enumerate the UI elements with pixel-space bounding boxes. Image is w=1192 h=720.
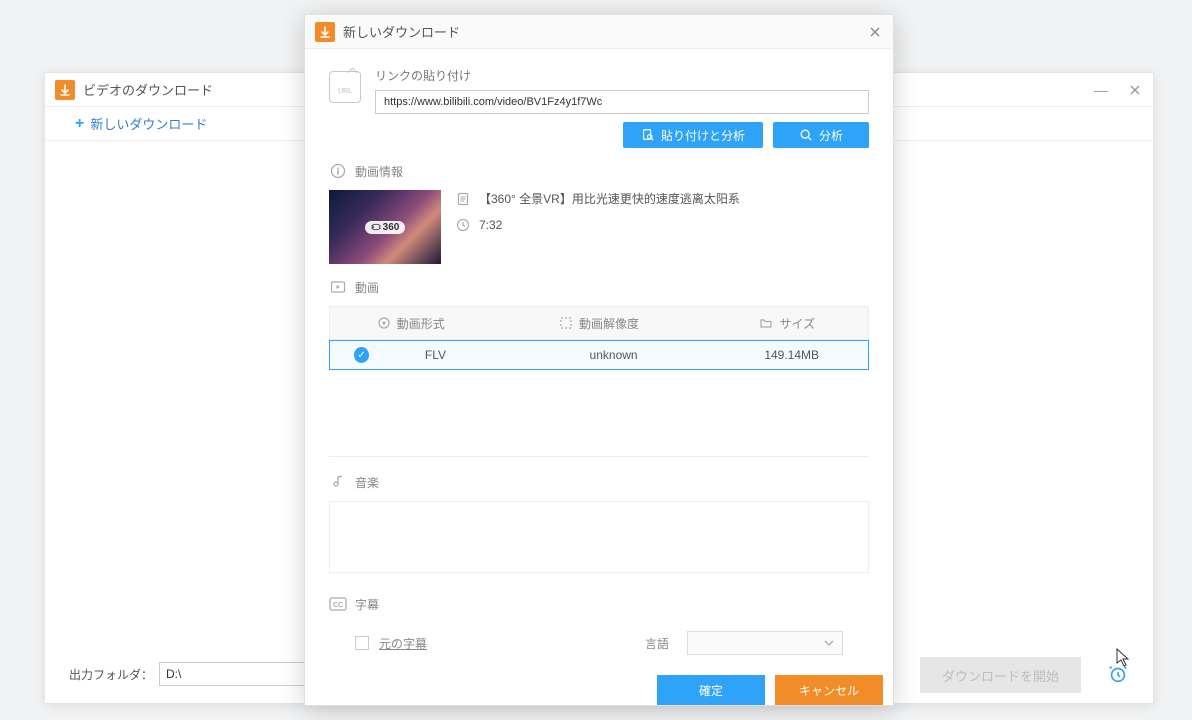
cancel-button[interactable]: キャンセル bbox=[775, 675, 883, 705]
dialog-footer: 確定 キャンセル bbox=[305, 675, 893, 705]
clipboard-search-icon bbox=[641, 128, 655, 142]
close-button[interactable] bbox=[1127, 82, 1143, 98]
start-download-button[interactable]: ダウンロードを開始 bbox=[920, 657, 1081, 693]
language-label: 言語 bbox=[645, 635, 677, 652]
folder-icon bbox=[759, 316, 773, 330]
format-table-header: 動画形式 動画解像度 サイズ bbox=[329, 306, 869, 340]
dialog-title: 新しいダウンロード bbox=[343, 22, 867, 41]
music-section-header: 音楽 bbox=[329, 473, 869, 491]
music-list bbox=[329, 501, 869, 573]
new-download-dialog: 新しいダウンロード URL リンクの貼り付け 貼り付けと分析 分析 bbox=[304, 14, 894, 706]
thumb-360-badge: 360 bbox=[365, 221, 406, 234]
play-icon bbox=[329, 278, 347, 296]
original-subtitle-label: 元の字幕 bbox=[379, 635, 427, 652]
video-thumbnail: 360 bbox=[329, 190, 441, 264]
new-download-button[interactable]: + 新しいダウンロード bbox=[75, 114, 207, 133]
link-paste-label: リンクの貼り付け bbox=[375, 67, 869, 84]
document-icon bbox=[455, 191, 471, 207]
alarm-clock-icon[interactable] bbox=[1107, 663, 1129, 690]
cc-icon: CC bbox=[329, 595, 347, 613]
info-icon bbox=[329, 162, 347, 180]
dialog-titlebar: 新しいダウンロード bbox=[305, 15, 893, 49]
video-duration: 7:32 bbox=[479, 218, 502, 232]
url-input[interactable] bbox=[375, 90, 869, 114]
format-icon bbox=[377, 316, 391, 330]
new-download-label: 新しいダウンロード bbox=[90, 114, 207, 133]
app-logo-icon bbox=[55, 80, 75, 100]
dialog-logo-icon bbox=[315, 22, 335, 42]
original-subtitle-checkbox[interactable] bbox=[355, 636, 369, 650]
row-resolution: unknown bbox=[590, 348, 638, 362]
subtitle-section-header: CC 字幕 bbox=[329, 595, 869, 613]
output-folder-label: 出力フォルダ： bbox=[69, 666, 153, 683]
music-icon bbox=[329, 473, 347, 491]
video-info-header: 動画情報 bbox=[329, 162, 869, 180]
search-icon bbox=[799, 128, 813, 142]
video-title: 【360° 全景VR】用比光速更快的速度逃离太阳系 bbox=[479, 190, 740, 207]
output-folder-input[interactable] bbox=[159, 662, 309, 686]
resolution-icon bbox=[559, 316, 573, 330]
minimize-button[interactable]: — bbox=[1093, 82, 1109, 98]
row-format: FLV bbox=[359, 348, 512, 362]
ok-button[interactable]: 確定 bbox=[657, 675, 765, 705]
svg-text:CC: CC bbox=[333, 602, 343, 609]
language-select[interactable] bbox=[687, 631, 843, 655]
row-size: 149.14MB bbox=[764, 348, 819, 362]
clock-icon bbox=[455, 217, 471, 233]
format-row[interactable]: ✓ FLV unknown 149.14MB bbox=[329, 340, 869, 370]
url-icon: URL bbox=[329, 71, 361, 103]
paste-analyze-button[interactable]: 貼り付けと分析 bbox=[623, 122, 763, 148]
analyze-button[interactable]: 分析 bbox=[773, 122, 869, 148]
dialog-close-button[interactable] bbox=[867, 24, 883, 40]
plus-icon: + bbox=[75, 115, 84, 133]
video-section-header: 動画 bbox=[329, 278, 869, 296]
chevron-down-icon bbox=[824, 640, 834, 646]
